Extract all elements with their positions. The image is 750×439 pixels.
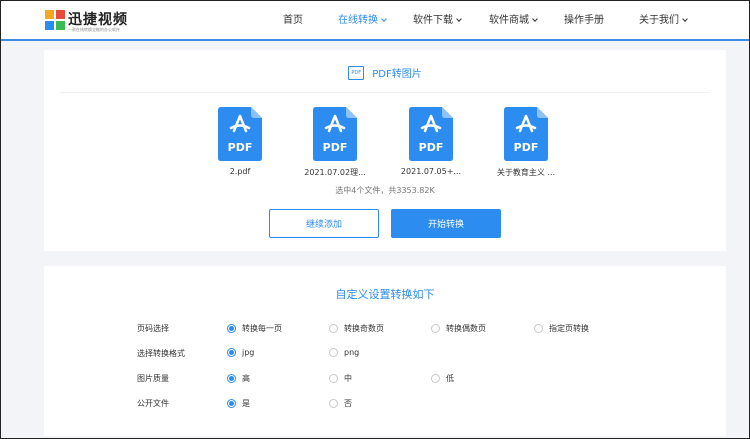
setting-label: 页码选择 bbox=[137, 324, 169, 333]
option-no[interactable]: 否 bbox=[329, 398, 352, 409]
brand-tagline: 一款在线转换全能的办公软件 bbox=[68, 27, 120, 32]
file-name: 2021.07.02理... bbox=[304, 168, 366, 177]
nav-online-convert[interactable]: 在线转换 bbox=[338, 15, 387, 27]
option-high[interactable]: 高 bbox=[227, 373, 250, 384]
setting-label: 图片质量 bbox=[137, 374, 169, 383]
setting-label: 选择转换格式 bbox=[137, 349, 185, 358]
radio[interactable] bbox=[431, 374, 440, 383]
option-specific-pages[interactable]: 指定页转换 bbox=[534, 323, 589, 334]
radio[interactable] bbox=[329, 348, 338, 357]
add-more-button[interactable]: 继续添加 bbox=[269, 209, 379, 238]
settings-title: 自定义设置转换如下 bbox=[335, 288, 435, 301]
svg-text:PDF: PDF bbox=[419, 141, 444, 154]
option-even-pages[interactable]: 转换偶数页 bbox=[431, 323, 486, 334]
brand-logo[interactable]: 迅捷视频 一款在线转换全能的办公软件 bbox=[45, 9, 155, 35]
file-item[interactable]: PDF 关于教育主义 ... bbox=[485, 107, 567, 178]
top-header: 迅捷视频 一款在线转换全能的办公软件 首页 在线转换 软件下载 软件商城 操作手… bbox=[1, 1, 749, 41]
chevron-down-icon bbox=[532, 16, 538, 22]
nav-home[interactable]: 首页 bbox=[283, 15, 303, 27]
setting-row-public: 公开文件 是 否 bbox=[44, 398, 726, 412]
file-item[interactable]: PDF 2.pdf bbox=[199, 107, 281, 176]
file-item[interactable]: PDF 2021.07.02理... bbox=[294, 107, 376, 178]
option-jpg[interactable]: jpg bbox=[227, 348, 254, 357]
start-convert-button[interactable]: 开始转换 bbox=[391, 209, 501, 238]
pdf-file-icon: PDF bbox=[504, 107, 548, 161]
setting-row-quality: 图片质量 高 中 低 bbox=[44, 373, 726, 387]
option-medium[interactable]: 中 bbox=[329, 373, 352, 384]
file-item[interactable]: PDF 2021.07.05+... bbox=[390, 107, 472, 176]
setting-row-page-range: 页码选择 转换每一页 转换奇数页 转换偶数页 指定页转换 bbox=[44, 323, 726, 337]
converter-panel: PDF PDF转图片 PDF 2.pdf PDF 2021.07.02理... … bbox=[44, 50, 726, 251]
radio-checked[interactable] bbox=[227, 348, 236, 357]
radio[interactable] bbox=[329, 374, 338, 383]
option-yes[interactable]: 是 bbox=[227, 398, 250, 409]
logo-icon bbox=[45, 10, 65, 30]
setting-label: 公开文件 bbox=[137, 399, 169, 408]
file-name: 关于教育主义 ... bbox=[496, 168, 556, 177]
pdf-icon: PDF bbox=[348, 65, 365, 80]
brand-name: 迅捷视频 bbox=[68, 12, 128, 28]
divider bbox=[60, 92, 710, 93]
nav-software-store[interactable]: 软件商城 bbox=[489, 15, 538, 27]
radio-checked[interactable] bbox=[227, 324, 236, 333]
svg-text:PDF: PDF bbox=[514, 141, 539, 154]
radio-checked[interactable] bbox=[227, 374, 236, 383]
chevron-down-icon bbox=[381, 16, 387, 22]
option-every-page[interactable]: 转换每一页 bbox=[227, 323, 282, 334]
option-odd-pages[interactable]: 转换奇数页 bbox=[329, 323, 384, 334]
nav-software-download[interactable]: 软件下载 bbox=[413, 15, 462, 27]
nav-about[interactable]: 关于我们 bbox=[639, 15, 688, 27]
option-low[interactable]: 低 bbox=[431, 373, 454, 384]
settings-panel: 自定义设置转换如下 页码选择 转换每一页 转换奇数页 转换偶数页 指定页转换 选… bbox=[44, 266, 726, 436]
radio[interactable] bbox=[329, 399, 338, 408]
selection-summary: 选中4个文件，共3353.82K bbox=[335, 186, 435, 195]
radio-checked[interactable] bbox=[227, 399, 236, 408]
file-name: 2021.07.05+... bbox=[400, 167, 462, 176]
pdf-file-icon: PDF bbox=[218, 107, 262, 161]
converter-title: PDF PDF转图片 bbox=[44, 65, 726, 80]
option-png[interactable]: png bbox=[329, 348, 359, 357]
chevron-down-icon bbox=[456, 16, 462, 22]
radio[interactable] bbox=[534, 324, 543, 333]
file-name: 2.pdf bbox=[229, 167, 251, 176]
radio[interactable] bbox=[329, 324, 338, 333]
nav-manual[interactable]: 操作手册 bbox=[564, 15, 604, 27]
radio[interactable] bbox=[431, 324, 440, 333]
pdf-file-icon: PDF bbox=[409, 107, 453, 161]
svg-text:PDF: PDF bbox=[323, 141, 348, 154]
chevron-down-icon bbox=[682, 16, 688, 22]
svg-text:PDF: PDF bbox=[228, 141, 253, 154]
setting-row-format: 选择转换格式 jpg png bbox=[44, 348, 726, 362]
pdf-file-icon: PDF bbox=[313, 107, 357, 161]
